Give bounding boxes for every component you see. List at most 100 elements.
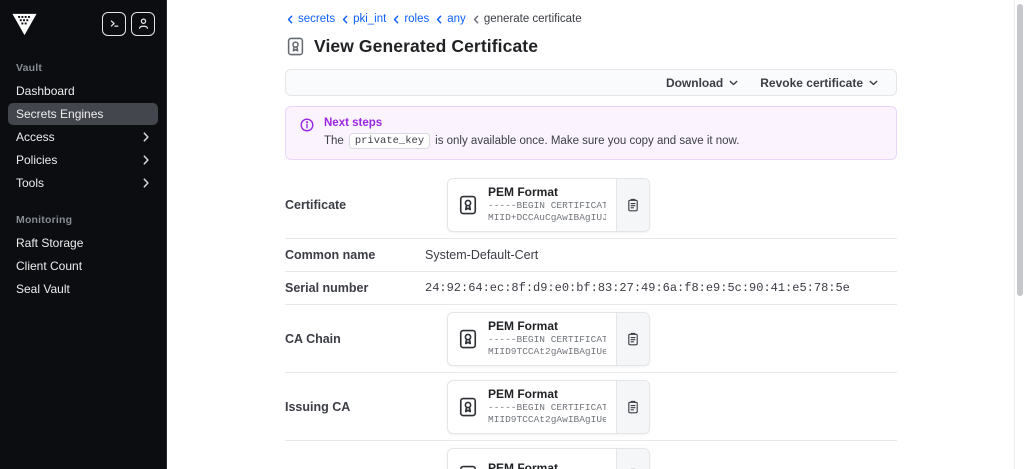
- certificate-details: Certificate PEM Format -----BEGIN CERTIF…: [285, 171, 897, 469]
- chevron-down-icon: [729, 80, 738, 86]
- row-ca-chain: CA Chain PEM Format -----BEGIN CERTIFICA…: [285, 305, 897, 373]
- download-button-label: Download: [665, 75, 724, 90]
- breadcrumb-link[interactable]: roles: [404, 13, 429, 25]
- copy-icon: [628, 400, 638, 413]
- copy-ca-chain-button[interactable]: [616, 312, 649, 365]
- banner-text-after: is only available once. Make sure you co…: [435, 135, 740, 147]
- certificate-icon: [286, 37, 305, 56]
- sidebar-header: [8, 10, 158, 37]
- row-issuing-ca: Issuing CA PEM Format -----BEGIN CERTIFI…: [285, 373, 897, 441]
- page-header: View Generated Certificate: [286, 36, 897, 57]
- row-label: Certificate: [285, 197, 347, 212]
- breadcrumb-link[interactable]: any: [447, 13, 466, 25]
- user-menu-button[interactable]: [131, 11, 155, 36]
- breadcrumb-link[interactable]: secrets: [298, 13, 335, 25]
- row-label: CA Chain: [285, 331, 341, 346]
- sidebar-item-access[interactable]: Access: [8, 126, 158, 148]
- sidebar-item-label: Access: [16, 130, 55, 144]
- sidebar-item-label: Raft Storage: [16, 236, 84, 250]
- pem-format-label: PEM Format: [488, 184, 559, 199]
- breadcrumb-current-label: generate certificate: [483, 13, 582, 25]
- revoke-certificate-button[interactable]: Revoke certificate: [750, 70, 888, 95]
- banner-content: Next steps The private_key is only avail…: [324, 117, 739, 149]
- banner-body: The private_key is only available once. …: [324, 133, 739, 149]
- banner-title: Next steps: [324, 117, 383, 129]
- issuing-ca-pem-card: PEM Format -----BEGIN CERTIFICATE----- M…: [447, 379, 650, 434]
- sidebar: Vault Dashboard Secrets Engines Access P…: [0, 0, 167, 469]
- sidebar-item-tools[interactable]: Tools: [8, 172, 158, 194]
- row-label: Serial number: [285, 281, 369, 295]
- copy-private-key-button[interactable]: [616, 449, 649, 469]
- sidebar-item-policies[interactable]: Policies: [8, 149, 158, 171]
- ca-chain-pem-card: PEM Format -----BEGIN CERTIFICATE----- M…: [447, 311, 650, 366]
- chevron-right-icon: [142, 178, 150, 188]
- breadcrumb-item-pki-int: pki_int: [342, 13, 386, 25]
- certificate-icon: [458, 329, 478, 349]
- sidebar-section-monitoring: Monitoring: [16, 214, 73, 226]
- sidebar-item-dashboard[interactable]: Dashboard: [8, 80, 158, 102]
- sidebar-item-label: Dashboard: [16, 84, 75, 98]
- private-key-pem-card: PEM Format -----BEGIN RSA PRIVATE KEY---…: [447, 448, 650, 469]
- sidebar-item-seal-vault[interactable]: Seal Vault: [8, 278, 158, 300]
- download-button[interactable]: Download: [656, 70, 748, 95]
- sidebar-item-raft-storage[interactable]: Raft Storage: [8, 232, 158, 254]
- sidebar-header-actions: [102, 11, 155, 36]
- pem-line-2: MIID9TCCAt2gAwIBAgIUeZPkTi3wWuO…: [488, 346, 606, 357]
- pem-format-label: PEM Format: [488, 386, 559, 401]
- common-name-value: System-Default-Cert: [425, 248, 539, 262]
- breadcrumb-item-secrets: secrets: [287, 13, 335, 25]
- revoke-certificate-button-label: Revoke certificate: [760, 75, 863, 90]
- pem-line-1: -----BEGIN CERTIFICATE-----: [488, 401, 606, 413]
- pem-line-2: MIID+DCCAuCgAwIBAgIUJJJk7I/Z4L+…: [488, 212, 606, 223]
- sidebar-item-label: Secrets Engines: [16, 107, 104, 121]
- sidebar-item-client-count[interactable]: Client Count: [8, 255, 158, 277]
- pem-format-label: PEM Format: [488, 318, 559, 333]
- pem-format-label: PEM Format: [488, 461, 559, 469]
- private-key-code-chip: private_key: [348, 133, 431, 149]
- certificate-icon: [458, 195, 478, 215]
- toolbar: Download Revoke certificate: [285, 69, 897, 96]
- breadcrumb-item-any: any: [436, 13, 466, 25]
- row-common-name: Common name System-Default-Cert: [285, 239, 897, 272]
- pem-line-2: MIID9TCCAt2gAwIBAgIUeZPkTi3wWuO…: [488, 414, 606, 425]
- chevron-right-icon: [142, 155, 150, 165]
- copy-issuing-ca-button[interactable]: [616, 380, 649, 433]
- breadcrumb-chevron-icon: [436, 15, 442, 24]
- vault-logo-icon[interactable]: [11, 10, 38, 37]
- scrollbar-thumb[interactable]: [1016, 4, 1023, 296]
- copy-icon: [628, 332, 638, 345]
- breadcrumb: secrets pki_int roles any generate certi…: [287, 13, 897, 25]
- pem-line-1: -----BEGIN CERTIFICATE-----: [488, 333, 606, 345]
- main-content: secrets pki_int roles any generate certi…: [167, 0, 1024, 469]
- sidebar-item-label: Tools: [16, 176, 45, 190]
- breadcrumb-link[interactable]: pki_int: [353, 13, 386, 25]
- banner-text-before: The: [324, 135, 344, 147]
- next-steps-banner: Next steps The private_key is only avail…: [285, 106, 897, 160]
- certificate-pem-card: PEM Format -----BEGIN CERTIFICATE----- M…: [447, 177, 650, 232]
- vault-app-window: Vault Dashboard Secrets Engines Access P…: [0, 0, 1024, 469]
- breadcrumb-chevron-icon: [342, 15, 348, 24]
- sidebar-item-secrets-engines[interactable]: Secrets Engines: [8, 103, 158, 125]
- row-serial-number: Serial number 24:92:64:ec:8f:d9:e0:bf:83…: [285, 272, 897, 305]
- row-label: Common name: [285, 248, 376, 262]
- row-private-key: Private key PEM Format -----BEGIN RSA PR…: [285, 441, 897, 469]
- console-button[interactable]: [102, 11, 126, 36]
- breadcrumb-chevron-icon: [473, 15, 479, 24]
- terminal-icon: [110, 20, 118, 27]
- row-certificate: Certificate PEM Format -----BEGIN CERTIF…: [285, 171, 897, 239]
- chevron-down-icon: [869, 80, 878, 86]
- page-title: View Generated Certificate: [314, 36, 539, 56]
- sidebar-item-label: Policies: [16, 153, 58, 167]
- sidebar-item-label: Seal Vault: [16, 282, 70, 296]
- copy-icon: [628, 198, 638, 211]
- vertical-scrollbar: [1014, 0, 1024, 469]
- copy-certificate-button[interactable]: [616, 178, 649, 231]
- certificate-icon: [458, 397, 478, 417]
- breadcrumb-chevron-icon: [287, 15, 293, 24]
- serial-number-value: 24:92:64:ec:8f:d9:e0:bf:83:27:49:6a:f8:e…: [425, 281, 850, 295]
- pem-line-1: -----BEGIN CERTIFICATE-----: [488, 199, 606, 211]
- user-icon: [138, 18, 148, 29]
- breadcrumb-item-roles: roles: [393, 13, 429, 25]
- chevron-right-icon: [142, 132, 150, 142]
- info-icon: [300, 118, 314, 149]
